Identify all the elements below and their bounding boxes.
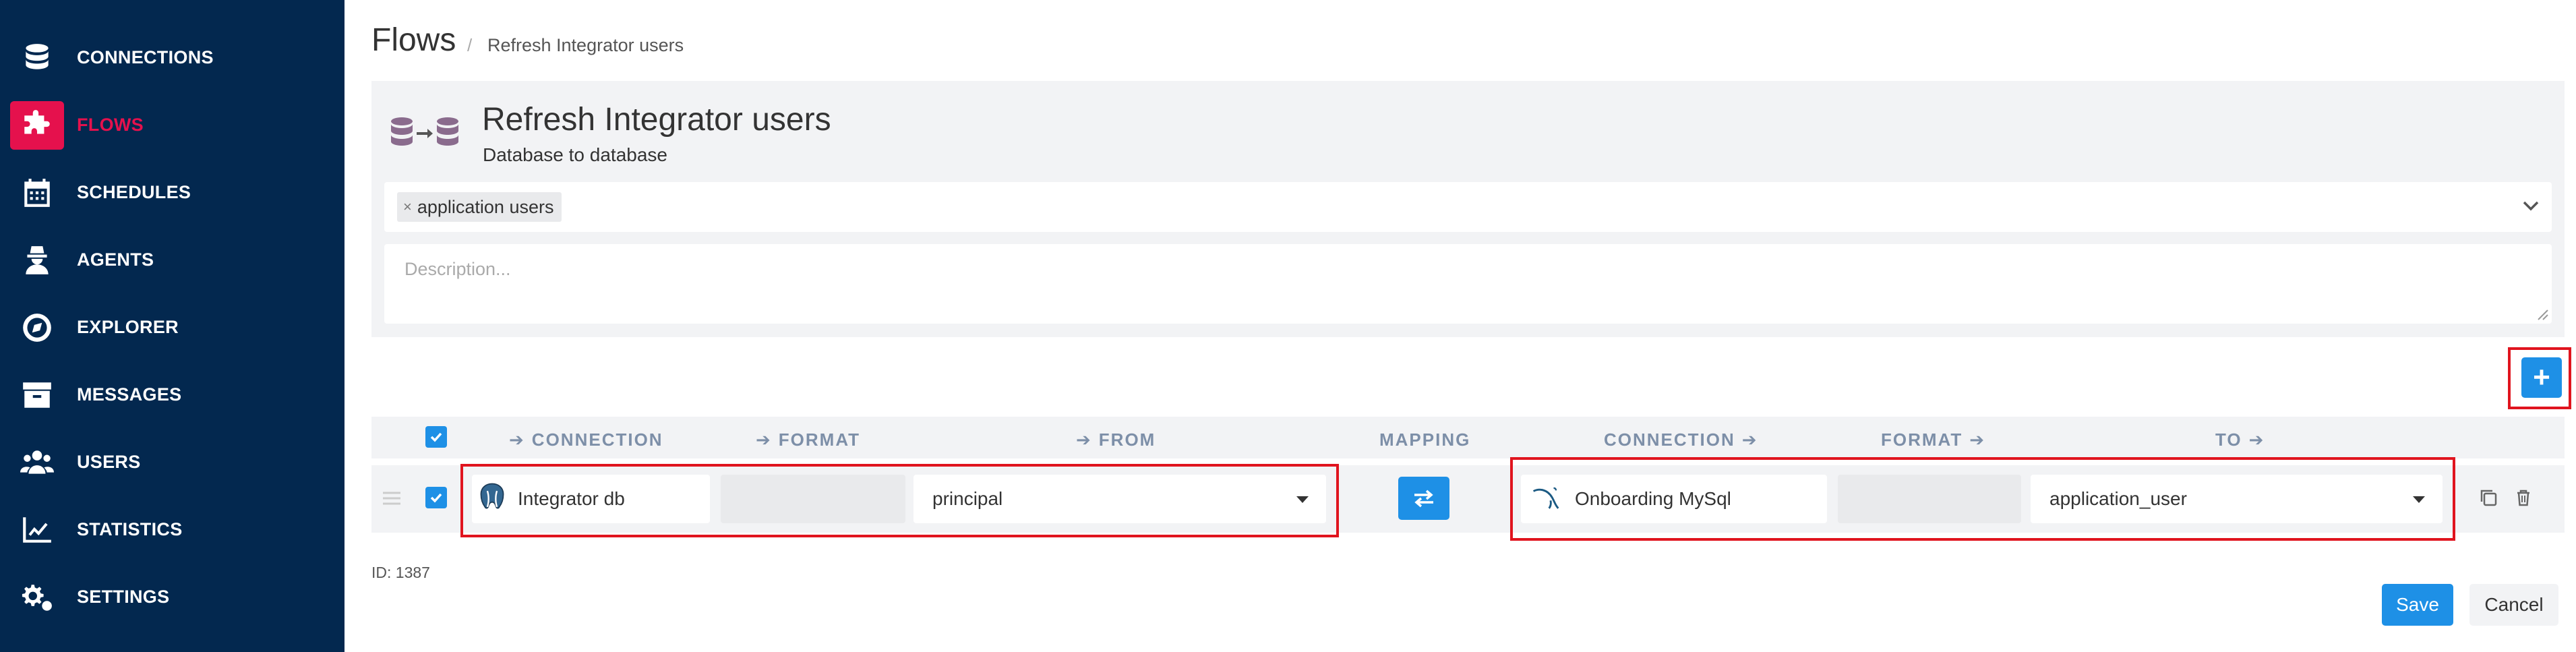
sidebar-item-settings[interactable]: SETTINGS xyxy=(0,563,345,630)
from-select[interactable]: principal xyxy=(913,475,1326,523)
sidebar-item-schedules[interactable]: SCHEDULES xyxy=(0,158,345,226)
check-icon xyxy=(430,493,442,503)
breadcrumb-separator: / xyxy=(467,35,473,55)
tags-select[interactable]: × application users xyxy=(384,182,2552,232)
caret-down-icon xyxy=(2413,496,2425,503)
to-value: application_user xyxy=(2049,488,2187,509)
calendar-icon xyxy=(10,169,64,217)
sidebar-item-users[interactable]: USERS xyxy=(0,428,345,496)
compass-icon xyxy=(10,303,64,352)
arrow-right-icon: ➔ xyxy=(756,429,772,450)
sidebar-item-connections[interactable]: CONNECTIONS xyxy=(0,24,345,91)
arrow-right-icon: ➔ xyxy=(2248,429,2265,450)
agent-icon xyxy=(10,236,64,285)
description-textarea[interactable]: Description... xyxy=(384,244,2552,324)
exchange-icon xyxy=(1414,490,1433,508)
sidebar-item-label: SETTINGS xyxy=(77,586,170,607)
header-to: TO ➔ xyxy=(2215,429,2265,450)
header-from: ➔ FROM xyxy=(1076,429,1156,450)
select-all-checkbox[interactable] xyxy=(425,426,447,448)
flow-type: Database to database xyxy=(483,144,667,165)
puzzle-icon xyxy=(10,101,64,150)
source-connection-select[interactable]: Integrator db xyxy=(472,475,710,523)
mapping-button[interactable] xyxy=(1398,477,1449,520)
target-connection-value: Onboarding MySql xyxy=(1575,488,1731,509)
arrow-right-icon: ➔ xyxy=(1741,429,1758,450)
cancel-button[interactable]: Cancel xyxy=(2469,584,2558,626)
add-transformation-button[interactable]: + xyxy=(2521,357,2562,398)
header-target-connection: CONNECTION ➔ xyxy=(1604,429,1758,450)
sidebar-item-label: EXPLORER xyxy=(77,316,179,337)
database-to-database-icon xyxy=(391,117,458,146)
mysql-icon xyxy=(1532,487,1559,509)
sidebar-item-statistics[interactable]: STATISTICS xyxy=(0,496,345,563)
source-connection-value: Integrator db xyxy=(518,488,625,509)
row-select-checkbox[interactable] xyxy=(425,487,447,508)
caret-down-icon xyxy=(1296,496,1309,503)
sidebar-item-label: FLOWS xyxy=(77,114,144,135)
target-format-select[interactable] xyxy=(1838,475,2021,523)
sidebar-item-messages[interactable]: MESSAGES xyxy=(0,361,345,428)
arrow-right-icon: ➔ xyxy=(1969,429,1986,450)
to-select[interactable]: application_user xyxy=(2031,475,2443,523)
users-icon xyxy=(10,438,64,487)
target-connection-select[interactable]: Onboarding MySql xyxy=(1521,475,1827,523)
sidebar-item-label: SCHEDULES xyxy=(77,181,191,202)
trash-icon[interactable] xyxy=(2513,487,2534,508)
arrow-right-icon: ➔ xyxy=(1076,429,1092,450)
header-source-connection: ➔ CONNECTION xyxy=(509,429,663,450)
description-placeholder: Description... xyxy=(405,259,511,279)
chevron-down-icon[interactable] xyxy=(2522,200,2540,212)
plus-icon: + xyxy=(2533,361,2550,394)
sidebar-item-label: STATISTICS xyxy=(77,518,183,539)
header-source-format: ➔ FORMAT xyxy=(756,429,861,450)
flow-id: ID: 1387 xyxy=(371,564,430,581)
sidebar: CONNECTIONS FLOWS SCHEDULES AGENTS EXPLO… xyxy=(0,0,345,652)
header-mapping: MAPPING xyxy=(1379,429,1471,450)
sidebar-item-flows[interactable]: FLOWS xyxy=(0,91,345,158)
database-icon xyxy=(10,34,64,82)
archive-icon xyxy=(10,371,64,419)
arrow-right-icon: ➔ xyxy=(509,429,525,450)
header-target-format: FORMAT ➔ xyxy=(1881,429,1986,450)
tag-label: application users xyxy=(417,196,554,217)
sidebar-item-label: CONNECTIONS xyxy=(77,47,214,67)
check-icon xyxy=(430,432,442,442)
chart-line-icon xyxy=(10,506,64,554)
sidebar-item-explorer[interactable]: EXPLORER xyxy=(0,293,345,361)
postgresql-icon xyxy=(480,483,504,509)
from-value: principal xyxy=(932,488,1003,509)
resize-handle-icon[interactable] xyxy=(2536,307,2549,321)
gears-icon xyxy=(10,573,64,622)
sidebar-item-label: MESSAGES xyxy=(77,384,182,405)
tag-chip: × application users xyxy=(397,192,562,222)
sidebar-item-label: USERS xyxy=(77,451,141,472)
page-title: Flows xyxy=(371,22,456,58)
breadcrumb[interactable]: Refresh Integrator users xyxy=(487,35,684,56)
tag-remove-icon[interactable]: × xyxy=(403,198,412,216)
drag-handle-icon[interactable] xyxy=(382,490,402,506)
save-button[interactable]: Save xyxy=(2382,584,2453,626)
copy-icon[interactable] xyxy=(2478,487,2498,508)
source-format-select[interactable] xyxy=(721,475,905,523)
sidebar-item-agents[interactable]: AGENTS xyxy=(0,226,345,293)
sidebar-item-label: AGENTS xyxy=(77,249,154,270)
flow-title[interactable]: Refresh Integrator users xyxy=(482,101,831,138)
